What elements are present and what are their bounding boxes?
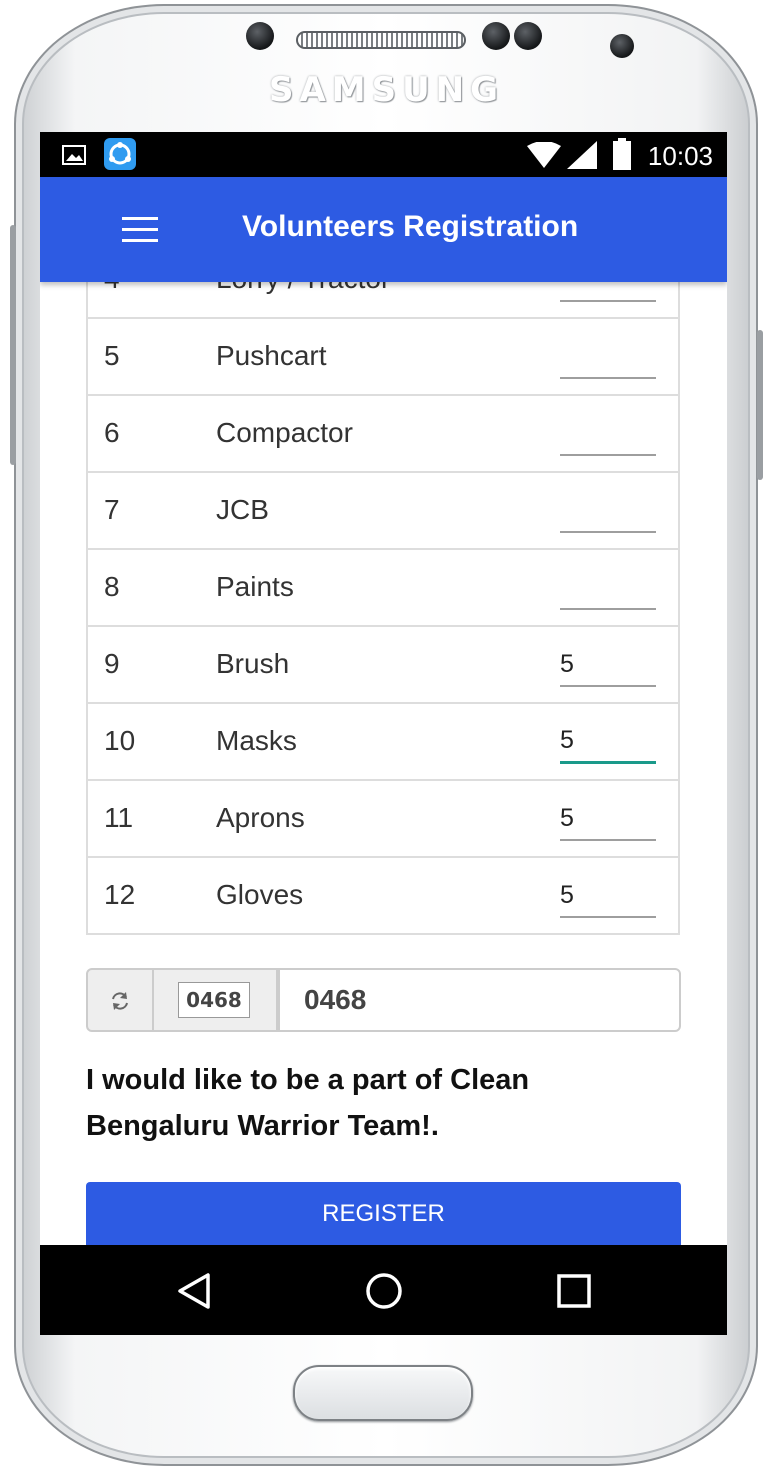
row-item: Compactor [216,417,353,448]
scroll-content[interactable]: 4 Lorry / Tractor 5 Pushcart 6 Compactor… [40,282,727,1245]
captcha-image-box: 0468 [152,968,278,1032]
quantity-input[interactable] [560,801,656,841]
volume-button [10,225,16,465]
quantity-input[interactable] [560,878,656,918]
row-number: 8 [104,571,120,602]
app-bar: Volunteers Registration [40,177,727,282]
pledge-text: I would like to be a part of Clean Benga… [86,1064,530,1142]
brand-logo: SAMSUNG [268,70,505,110]
register-button[interactable]: REGISTER [86,1182,681,1245]
row-number: 10 [104,725,136,756]
quantity-input[interactable] [560,570,656,610]
row-item: Brush [216,648,290,679]
signal-icon [567,141,597,169]
proximity-sensor [482,22,510,50]
home-circle-icon[interactable] [362,1269,406,1313]
table-row: 6 Compactor [88,396,678,473]
navigation-bar [40,1245,727,1335]
captcha-group: 0468 [86,968,681,1032]
table-row: 12 Gloves [88,858,678,935]
back-triangle-icon[interactable] [172,1269,216,1313]
refresh-captcha-button[interactable] [86,968,154,1032]
battery-icon [613,138,631,170]
status-bar: 10:03 [40,132,727,177]
front-camera [246,22,274,50]
row-item: Lorry / Tractor [216,282,390,295]
quantity-input[interactable] [560,282,656,302]
wifi-icon [527,142,561,168]
equipment-table: 4 Lorry / Tractor 5 Pushcart 6 Compactor… [86,282,680,935]
row-item: Gloves [216,879,304,910]
image-icon [62,145,86,165]
captcha-code: 0468 [178,982,250,1018]
quantity-input[interactable] [560,493,656,533]
table-row: 4 Lorry / Tractor [88,282,678,319]
quantity-input-focused[interactable] [560,724,656,764]
row-number: 6 [104,417,120,448]
table-row: 11 Aprons [88,781,678,858]
hamburger-icon[interactable] [122,217,158,243]
table-row: 10 Masks [88,704,678,781]
quantity-input[interactable] [560,647,656,687]
row-number: 5 [104,340,120,371]
row-number: 7 [104,494,120,525]
row-item: Aprons [216,802,305,833]
table-row: 5 Pushcart [88,319,678,396]
row-item: Masks [216,725,297,756]
row-item: Pushcart [216,340,327,371]
page-title: Volunteers Registration [242,210,579,243]
row-number: 4 [104,282,120,295]
row-item: Paints [216,571,294,602]
light-sensor [514,22,542,50]
table-row: 9 Brush [88,627,678,704]
row-number: 9 [104,648,120,679]
captcha-input[interactable] [278,968,681,1032]
row-item: JCB [216,494,269,525]
hardware-home-key[interactable] [293,1365,473,1421]
recents-square-icon[interactable] [552,1269,596,1313]
quantity-input[interactable] [560,339,656,379]
earpiece-speaker [296,31,466,49]
table-row: 7 JCB [88,473,678,550]
row-number: 12 [104,879,136,910]
power-button [757,330,763,480]
status-time: 10:03 [647,141,713,171]
secondary-sensor [610,34,634,58]
refresh-icon [112,991,128,1010]
shareit-icon [104,138,136,170]
table-row: 8 Paints [88,550,678,627]
row-number: 11 [104,802,134,833]
quantity-input[interactable] [560,416,656,456]
screen: 10:03 Volunteers Registration 4 Lorry / … [40,132,727,1335]
